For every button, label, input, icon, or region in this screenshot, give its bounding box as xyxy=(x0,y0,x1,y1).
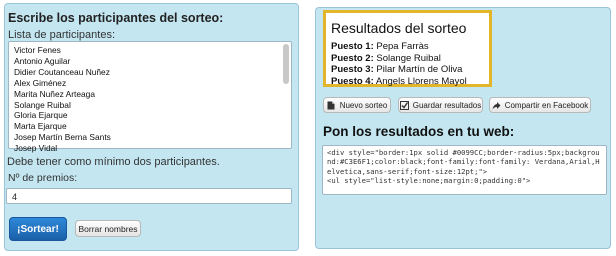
result-position-label: Puesto 2: xyxy=(331,52,374,64)
participant-line: Josep Vidal xyxy=(14,143,58,154)
participants-textarea[interactable]: Victor Fenes Antonio Aguilar Didier Cout… xyxy=(8,41,292,153)
participant-line: Gloria Ejarque xyxy=(14,110,68,121)
results-box: Resultados del sorteo Puesto 1: Pepa Far… xyxy=(323,10,492,87)
result-item: Puesto 4: Angels Llorens Mayol xyxy=(331,76,467,88)
share-facebook-button[interactable]: Compartir en Facebook xyxy=(489,97,591,113)
result-item: Puesto 2: Solange Ruibal xyxy=(331,53,467,65)
textarea-scrollbar[interactable] xyxy=(283,44,289,84)
num-prizes-label: Nº de premios: xyxy=(8,172,78,184)
participant-line: Antonio Aguilar xyxy=(14,55,71,66)
result-position-label: Puesto 3: xyxy=(331,64,374,75)
share-facebook-label: Compartir en Facebook xyxy=(504,100,589,110)
result-position-label: Puesto 4: xyxy=(331,75,374,87)
result-item: Puesto 1: Pepa Farràs xyxy=(331,41,467,53)
new-draw-button[interactable]: Nuevo sorteo xyxy=(323,97,391,113)
save-results-label: Guardar resultados xyxy=(412,100,482,110)
participant-line: Solange Ruibal xyxy=(14,99,71,110)
document-icon xyxy=(327,101,336,110)
participants-panel-title: Escribe los participantes del sorteo: xyxy=(8,11,224,25)
result-winner-name: Solange Ruibal xyxy=(376,52,441,64)
num-prizes-input[interactable]: 4 xyxy=(6,188,292,204)
result-winner-name: Pepa Farràs xyxy=(376,41,429,52)
participant-line: Alex Giménez xyxy=(14,77,67,88)
clear-names-button[interactable]: Borrar nombres xyxy=(75,220,141,237)
new-draw-label: Nuevo sorteo xyxy=(339,100,388,110)
participants-list-label: Lista de participantes: xyxy=(8,29,116,41)
results-title: Resultados del sorteo xyxy=(331,20,467,36)
participant-line: Victor Fenes xyxy=(14,45,61,55)
participant-line: Marita Nuñez Arteaga xyxy=(14,88,96,99)
participant-line: Josep Martín Berna Sants xyxy=(14,132,111,143)
embed-code-text: <div style="border:1px solid #0099CC;bor… xyxy=(327,148,600,186)
sortear-button[interactable]: ¡Sortear! xyxy=(9,217,67,241)
participant-line: Marta Ejarque xyxy=(14,121,67,132)
embed-section-title: Pon los resultados en tu web: xyxy=(323,124,515,139)
result-item: Puesto 3: Pilar Martín de Oliva xyxy=(331,64,467,76)
results-list: Puesto 1: Pepa Farràs Puesto 2: Solange … xyxy=(331,41,467,87)
result-position-label: Puesto 1: xyxy=(331,41,374,52)
share-arrow-icon xyxy=(492,101,501,110)
embed-code-textarea[interactable]: <div style="border:1px solid #0099CC;bor… xyxy=(322,145,607,195)
result-winner-name: Pilar Martín de Oliva xyxy=(376,64,463,75)
participant-line: Didier Coutanceau Nuñez xyxy=(14,66,110,77)
check-icon xyxy=(399,100,409,110)
save-results-button[interactable]: Guardar resultados xyxy=(398,97,483,113)
minimum-participants-note: Debe tener como mínimo dos participantes… xyxy=(7,156,220,168)
result-winner-name: Angels Llorens Mayol xyxy=(375,75,467,87)
